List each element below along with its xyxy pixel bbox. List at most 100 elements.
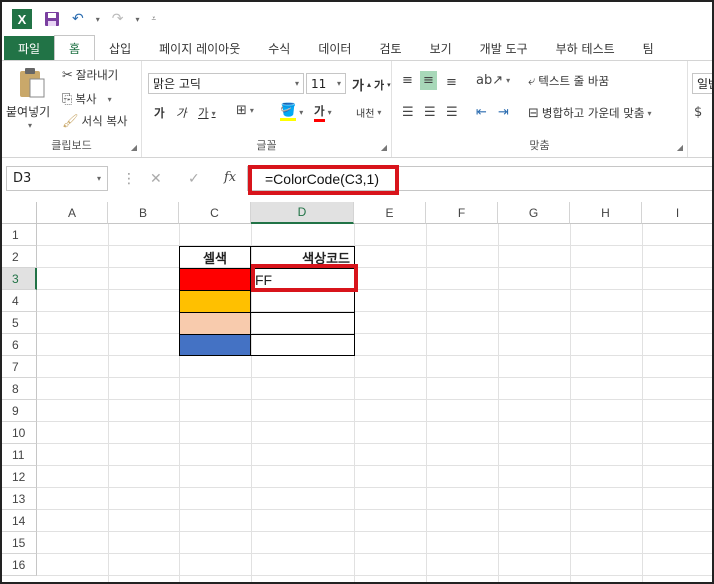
currency-icon[interactable]: $ (694, 105, 702, 120)
gridline-horizontal (37, 355, 712, 356)
undo-dropdown-icon[interactable]: ▾ (96, 15, 100, 24)
column-header-h[interactable]: H (570, 202, 642, 224)
tab-team[interactable]: 팀 (629, 36, 668, 60)
save-icon[interactable] (44, 11, 60, 27)
cell-c2[interactable]: 셀색 (179, 246, 251, 268)
cell-d6[interactable] (250, 334, 355, 356)
grow-font-button[interactable]: 가 ▴ (352, 75, 371, 94)
tab-page-layout[interactable]: 페이지 레이아웃 (145, 36, 254, 60)
tab-data[interactable]: 데이터 (304, 36, 365, 60)
row-header-6[interactable]: 6 (2, 334, 37, 356)
font-color-button[interactable]: 가 ▾ (314, 103, 332, 122)
gridline-vertical (498, 224, 499, 582)
column-header-c[interactable]: C (179, 202, 251, 224)
tab-formulas[interactable]: 수식 (254, 36, 304, 60)
underline-button[interactable]: 가 ▾ (198, 105, 216, 121)
row-header-16[interactable]: 16 (2, 554, 37, 576)
tab-review[interactable]: 검토 (365, 36, 415, 60)
paintbrush-icon: 🖌 (62, 113, 79, 129)
row-header-12[interactable]: 12 (2, 466, 37, 488)
tab-load-test[interactable]: 부하 테스트 (542, 36, 629, 60)
align-bottom-button[interactable]: ≡ (446, 75, 457, 90)
orientation-icon: ab↗ (476, 73, 504, 88)
fill-color-button[interactable]: 🪣 ▾ (280, 103, 303, 121)
row-header-3[interactable]: 3 (2, 268, 37, 290)
column-header-a[interactable]: A (37, 202, 108, 224)
row-header-4[interactable]: 4 (2, 290, 37, 312)
cell-d4[interactable] (250, 290, 355, 312)
options-dots-icon[interactable]: ⋮ (122, 171, 136, 187)
tab-view[interactable]: 보기 (416, 36, 466, 60)
row-header-14[interactable]: 14 (2, 510, 37, 532)
orientation-button[interactable]: ab↗ ▾ (476, 73, 510, 88)
excel-window: X ↶ ▾ ↷ ▾ ⩡ 파일 홈 삽입 페이지 레이아웃 수식 데이터 검토 보기 … (0, 0, 714, 584)
undo-icon[interactable]: ↶ (72, 11, 84, 27)
customize-qat-icon[interactable]: ⩡ (152, 14, 157, 24)
clipboard-launcher-icon[interactable]: ◢ (131, 143, 137, 152)
color-cell-c4[interactable] (179, 290, 251, 312)
row-header-10[interactable]: 10 (2, 422, 37, 444)
font-size-select[interactable]: 11 ▾ (306, 73, 346, 94)
column-header-g[interactable]: G (498, 202, 570, 224)
bold-button[interactable]: 가 (154, 105, 165, 121)
font-name-select[interactable]: 맑은 고딕 ▾ (148, 73, 304, 94)
merge-center-button[interactable]: ⊟ 병합하고 가운데 맞춤 ▾ (528, 105, 651, 121)
increase-indent-button[interactable]: ⇥ (498, 105, 509, 120)
number-format-select[interactable]: 일반 (692, 73, 712, 94)
scissors-icon: ✂ (62, 67, 73, 83)
row-header-8[interactable]: 8 (2, 378, 37, 400)
column-header-f[interactable]: F (426, 202, 498, 224)
name-box-dropdown-icon[interactable]: ▾ (97, 174, 101, 183)
name-box[interactable]: D3 ▾ (6, 166, 108, 191)
row-header-9[interactable]: 9 (2, 400, 37, 422)
align-center-button[interactable]: ☰ (424, 105, 436, 120)
insert-function-icon[interactable]: fx (224, 170, 236, 185)
row-header-7[interactable]: 7 (2, 356, 37, 378)
tab-home[interactable]: 홈 (54, 35, 96, 60)
row-header-2[interactable]: 2 (2, 246, 37, 268)
phonetic-button[interactable]: 내천 ▾ (356, 105, 381, 120)
decrease-indent-button[interactable]: ⇤ (476, 105, 487, 120)
redo-icon[interactable]: ↷ (112, 11, 124, 27)
row-header-1[interactable]: 1 (2, 224, 37, 246)
paste-icon[interactable] (18, 67, 46, 99)
format-painter-button[interactable]: 🖌 서식 복사 (62, 113, 128, 129)
column-header-e[interactable]: E (354, 202, 426, 224)
paste-dropdown-icon[interactable]: ▾ (28, 121, 32, 130)
tab-file[interactable]: 파일 (4, 36, 54, 60)
shrink-font-button[interactable]: 가 ▾ (374, 77, 391, 93)
row-header-15[interactable]: 15 (2, 532, 37, 554)
select-all-corner[interactable] (2, 202, 37, 224)
borders-button[interactable]: ⊞ ▾ (236, 103, 254, 118)
cancel-icon[interactable]: ✕ (150, 171, 162, 187)
color-cell-c5[interactable] (179, 312, 251, 334)
copy-button[interactable]: ⎘ 복사 ▾ (62, 91, 112, 107)
alignment-launcher-icon[interactable]: ◢ (677, 143, 683, 152)
enter-icon[interactable]: ✓ (188, 171, 200, 187)
italic-button[interactable]: 가 (176, 105, 187, 121)
color-cell-c3[interactable] (179, 268, 251, 290)
tab-developer[interactable]: 개발 도구 (466, 36, 542, 60)
spreadsheet-grid[interactable]: A B C D E F G H I 1 2 3 4 5 6 7 8 9 10 1… (2, 202, 712, 582)
row-header-11[interactable]: 11 (2, 444, 37, 466)
column-header-d[interactable]: D (251, 202, 354, 224)
font-launcher-icon[interactable]: ◢ (381, 143, 387, 152)
row-header-5[interactable]: 5 (2, 312, 37, 334)
cut-button[interactable]: ✂ 잘라내기 (62, 67, 118, 83)
wrap-text-button[interactable]: ⤶ 텍스트 줄 바꿈 (528, 73, 609, 89)
column-header-i[interactable]: I (642, 202, 712, 224)
row-header-13[interactable]: 13 (2, 488, 37, 510)
align-right-button[interactable]: ☰ (446, 105, 458, 120)
align-top-button[interactable]: ≡ (402, 73, 413, 88)
redo-dropdown-icon[interactable]: ▾ (135, 15, 139, 24)
tab-insert[interactable]: 삽입 (95, 36, 145, 60)
paste-button[interactable]: 붙여넣기 (6, 103, 50, 120)
cell-d5[interactable] (250, 312, 355, 334)
font-group: 맑은 고딕 ▾ 11 ▾ 가 ▴ 가 ▾ 가 가 가 ▾ ⊞ ▾ 🪣 ▾ 가 ▾ 내천 ▾ 글꼴 … (142, 61, 392, 157)
color-cell-c6[interactable] (179, 334, 251, 356)
align-middle-button[interactable]: ≡ (420, 71, 437, 90)
align-left-button[interactable]: ☰ (402, 105, 414, 120)
column-header-b[interactable]: B (108, 202, 179, 224)
gridline-horizontal (37, 575, 712, 576)
gridline-horizontal (37, 267, 712, 268)
